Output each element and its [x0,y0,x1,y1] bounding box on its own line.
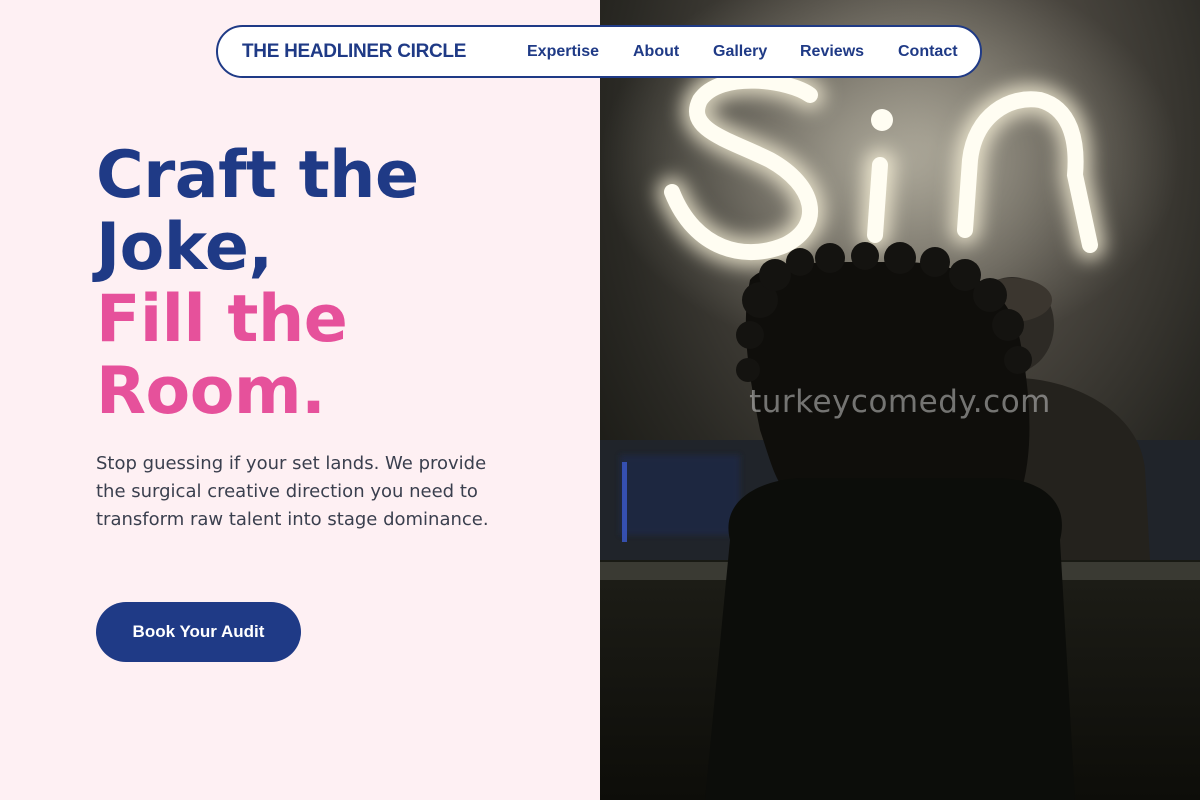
book-audit-button[interactable]: Book Your Audit [96,602,301,662]
landing-page: Craft the Joke, Fill the Room. Stop gues… [0,0,1200,800]
headline-line-3: Fill the [96,282,348,357]
nav-link-expertise[interactable]: Expertise [527,43,599,61]
hero-photo-panel: turkeycomedy.com [600,0,1200,800]
main-navigation: THE HEADLINER CIRCLE Expertise About Gal… [216,25,982,78]
nav-link-contact[interactable]: Contact [898,43,958,61]
nav-link-about[interactable]: About [633,43,679,61]
photo-watermark: turkeycomedy.com [749,384,1051,420]
nav-link-reviews[interactable]: Reviews [800,43,864,61]
brand-logo[interactable]: THE HEADLINER CIRCLE [242,41,466,63]
hero-left-panel: Craft the Joke, Fill the Room. Stop gues… [0,0,600,800]
hero-headline: Craft the Joke, Fill the Room. [96,140,419,428]
hero-description: Stop guessing if your set lands. We prov… [96,453,489,530]
nav-link-gallery[interactable]: Gallery [713,43,767,61]
headline-line-2: Joke, [96,210,273,285]
headline-line-1: Craft the [96,138,419,213]
headline-line-4: Room. [96,354,326,429]
